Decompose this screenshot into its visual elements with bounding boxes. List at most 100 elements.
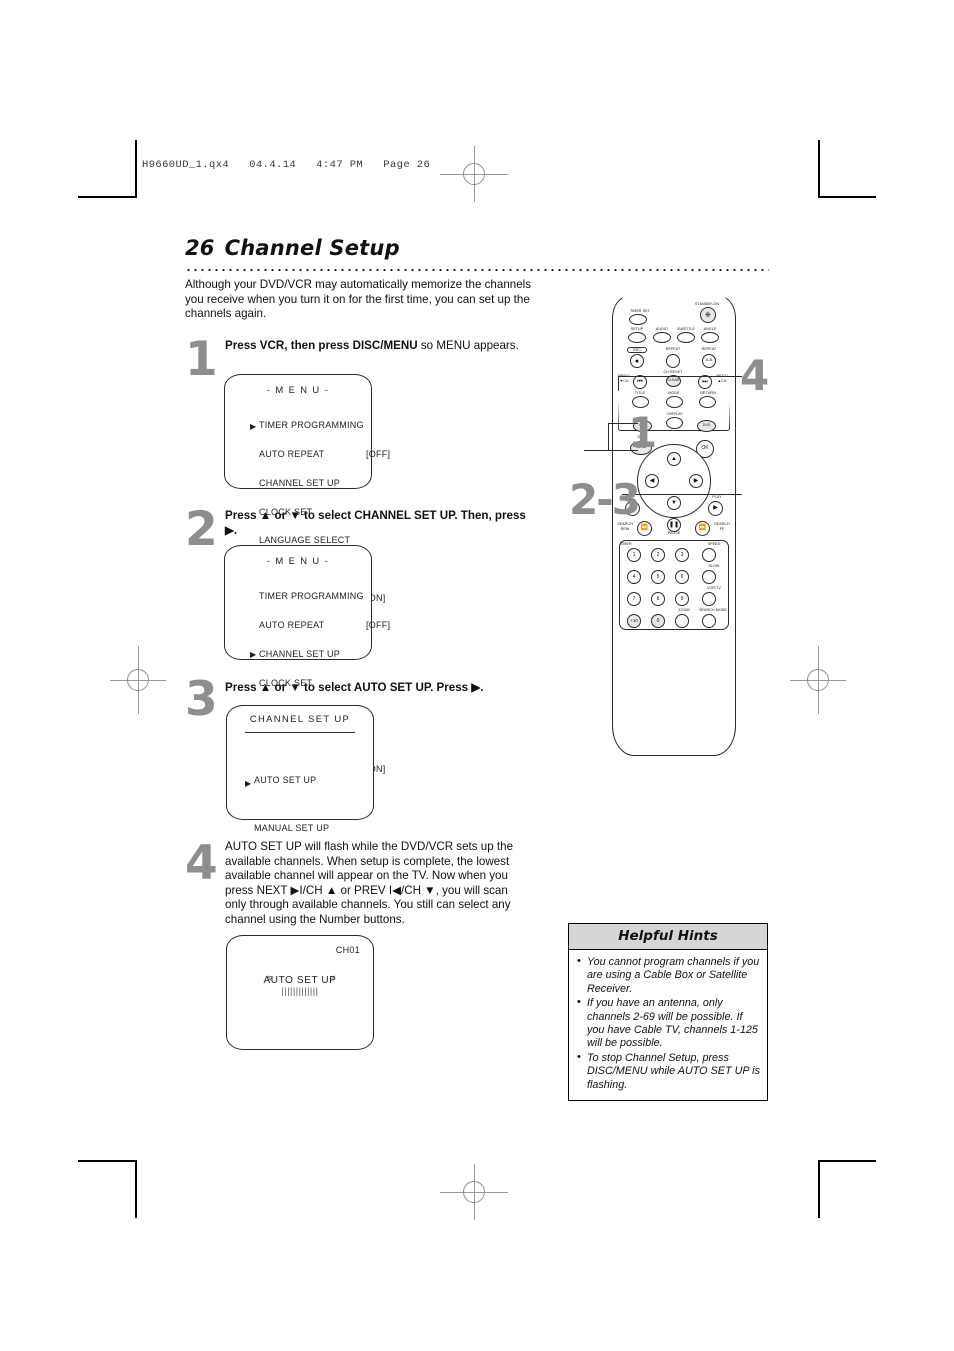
play-label: PLAY xyxy=(712,495,722,499)
menu-item-label: TIMER PROGRAMMING xyxy=(259,420,364,431)
crop-mark-top-left-v xyxy=(135,140,137,198)
title-underline xyxy=(245,732,355,733)
zoom-button[interactable] xyxy=(675,614,689,628)
menu-item: AUTO REPEAT [OFF] xyxy=(259,619,390,631)
arrow-down-icon: ▼ xyxy=(671,500,677,506)
audio-button[interactable] xyxy=(653,332,671,343)
crop-mark-top-right-v xyxy=(818,140,820,198)
power-icon: ⎈ xyxy=(704,310,712,319)
dotted-rule xyxy=(185,268,769,272)
print-slug: H9660UD_1.qx4 04.4.14 4:47 PM Page 26 xyxy=(142,159,431,171)
callout-4: 4 xyxy=(740,351,769,400)
return-label: RETURN xyxy=(700,391,716,395)
angle-label: ANGLE xyxy=(703,327,717,331)
clear-glyph: CLEAR xyxy=(667,378,680,382)
step-4-text-body: AUTO SET UP will flash while the DVD/VCR… xyxy=(225,840,514,926)
auto-setup-flash-text: AUTO SET UP xyxy=(263,975,337,986)
zoom-label: ZOOM xyxy=(678,608,690,612)
number-plus10-glyph: +10 xyxy=(630,618,638,623)
next-track-icon: ⏭ xyxy=(702,379,708,385)
crop-mark-top-right-h xyxy=(818,196,876,198)
vcr-tv-button[interactable] xyxy=(702,592,716,606)
screen-menu-2: - M E N U - TIMER PROGRAMMING AUTO REPEA… xyxy=(224,545,390,802)
screen-channel-setup-title: CHANNEL SET UP xyxy=(249,713,351,724)
title-label: TITLE xyxy=(634,391,646,395)
timer-label: TIMER xyxy=(620,542,632,546)
mode-button[interactable] xyxy=(666,396,683,408)
crop-mark-bottom-left-v xyxy=(135,1160,137,1218)
callout-2-3-leader xyxy=(622,494,742,496)
registration-mark-left xyxy=(110,646,166,714)
subtitle-label: SUBTITLE xyxy=(677,327,695,331)
arrow-up-icon: ▲ xyxy=(671,456,677,462)
helpful-hints-body: • You cannot program channels if you are … xyxy=(569,950,767,1100)
bullet-icon: • xyxy=(577,955,581,967)
hint-item: • You cannot program channels if you are … xyxy=(576,955,760,996)
callout-1-leader-v xyxy=(608,423,610,450)
hint-text: To stop Channel Setup, press DISC/MENU w… xyxy=(587,1051,760,1091)
angle-button[interactable] xyxy=(701,332,719,343)
bullet-icon: • xyxy=(577,996,581,1009)
number-5-glyph: 5 xyxy=(656,574,660,580)
screen-menu-1-title: - M E N U - xyxy=(266,384,330,395)
menu-item-label: CHANNEL SET UP xyxy=(259,477,341,488)
remote-control-illustration: TIMER SET STANDBY-ON ⎈ SETUP AUDIO SUBTI… xyxy=(612,296,736,756)
menu-item: CHANNEL SET UP xyxy=(259,477,364,489)
page-number: 26 xyxy=(185,236,215,260)
registration-mark-top xyxy=(440,146,508,202)
intro-paragraph: Although your DVD/VCR may automatically … xyxy=(185,278,532,321)
callout-1: 1 xyxy=(628,408,657,457)
rec-label: REC xyxy=(627,347,647,353)
number-3-glyph: 3 xyxy=(680,552,684,558)
play-triangle-icon: ▶ xyxy=(713,505,718,511)
slow-label: SLOW xyxy=(708,564,720,568)
menu-item: AUTO REPEAT [OFF] xyxy=(259,449,390,460)
step-3-text: Press ▲ or ▼ to select AUTO SET UP. Pres… xyxy=(225,681,545,696)
auto-setup-progress-bars: ||||||||||||| xyxy=(281,986,319,996)
title-button[interactable] xyxy=(632,396,649,408)
bullet-icon: • xyxy=(577,1050,581,1063)
crop-mark-bottom-left-h xyxy=(78,1160,136,1162)
number-1-glyph: 1 xyxy=(632,552,636,558)
screen-menu-1: - M E N U - ▶ TIMER PROGRAMMING AUTO REPE… xyxy=(224,374,390,631)
search-rew-label2: REW xyxy=(620,527,630,531)
speed-button[interactable] xyxy=(702,548,716,562)
search-mode-button[interactable] xyxy=(702,614,716,628)
fast-forward-icon: ⏩ xyxy=(698,525,707,531)
step-1-rest: so MENU appears. xyxy=(420,339,519,352)
registration-mark-right xyxy=(790,646,846,714)
screen-channel-setup: CHANNEL SET UP ▶ AUTO SET UP MANUAL SET U… xyxy=(226,705,374,833)
setup-button[interactable] xyxy=(628,332,646,343)
crop-mark-bottom-right-v xyxy=(818,1160,820,1218)
step-2-number: 2 xyxy=(185,502,218,557)
step-3-text-body: Press ▲ or ▼ to select AUTO SET UP. Pres… xyxy=(225,681,484,694)
pause-label: PAUSE xyxy=(667,531,681,535)
repeat-ab-label: REPEAT xyxy=(701,347,717,351)
step-3-number: 3 xyxy=(185,672,218,727)
step-1-number: 1 xyxy=(185,332,218,387)
ch-reset-label: CH RESET xyxy=(663,370,683,374)
repeat-button[interactable] xyxy=(666,354,680,368)
menu-item: ▶ CHANNEL SET UP xyxy=(250,649,364,660)
mode-label: MODE xyxy=(668,391,680,395)
arrow-right-icon: ▶ xyxy=(693,478,699,484)
number-2-glyph: 2 xyxy=(656,552,660,558)
helpful-hints-box: Helpful Hints • You cannot program channe… xyxy=(568,923,768,1102)
subtitle-button[interactable] xyxy=(677,332,695,343)
menu-item-label: AUTO REPEAT xyxy=(259,619,325,630)
next-ch-label: ▲CH xyxy=(717,379,727,383)
timer-set-button[interactable] xyxy=(629,314,647,325)
display-button[interactable] xyxy=(666,417,683,429)
arrow-left-icon: ◀ xyxy=(649,478,655,484)
hint-item: • To stop Channel Setup, press DISC/MENU … xyxy=(576,1050,760,1092)
return-button[interactable] xyxy=(699,396,716,408)
page-title: 26 Channel Setup xyxy=(185,236,785,260)
cursor-arrow-icon: ▶ xyxy=(250,650,257,660)
registration-mark-bottom xyxy=(440,1164,508,1220)
slow-button[interactable] xyxy=(702,570,716,584)
channel-indicator: CH01 xyxy=(335,945,360,955)
step-4-text: AUTO SET UP will flash while the DVD/VCR… xyxy=(225,840,530,928)
step-2-text-body: Press ▲ or ▼ to select CHANNEL SET UP. T… xyxy=(225,509,526,537)
number-7-glyph: 7 xyxy=(632,596,636,602)
repeat-ab-glyph: A-B xyxy=(706,358,712,362)
